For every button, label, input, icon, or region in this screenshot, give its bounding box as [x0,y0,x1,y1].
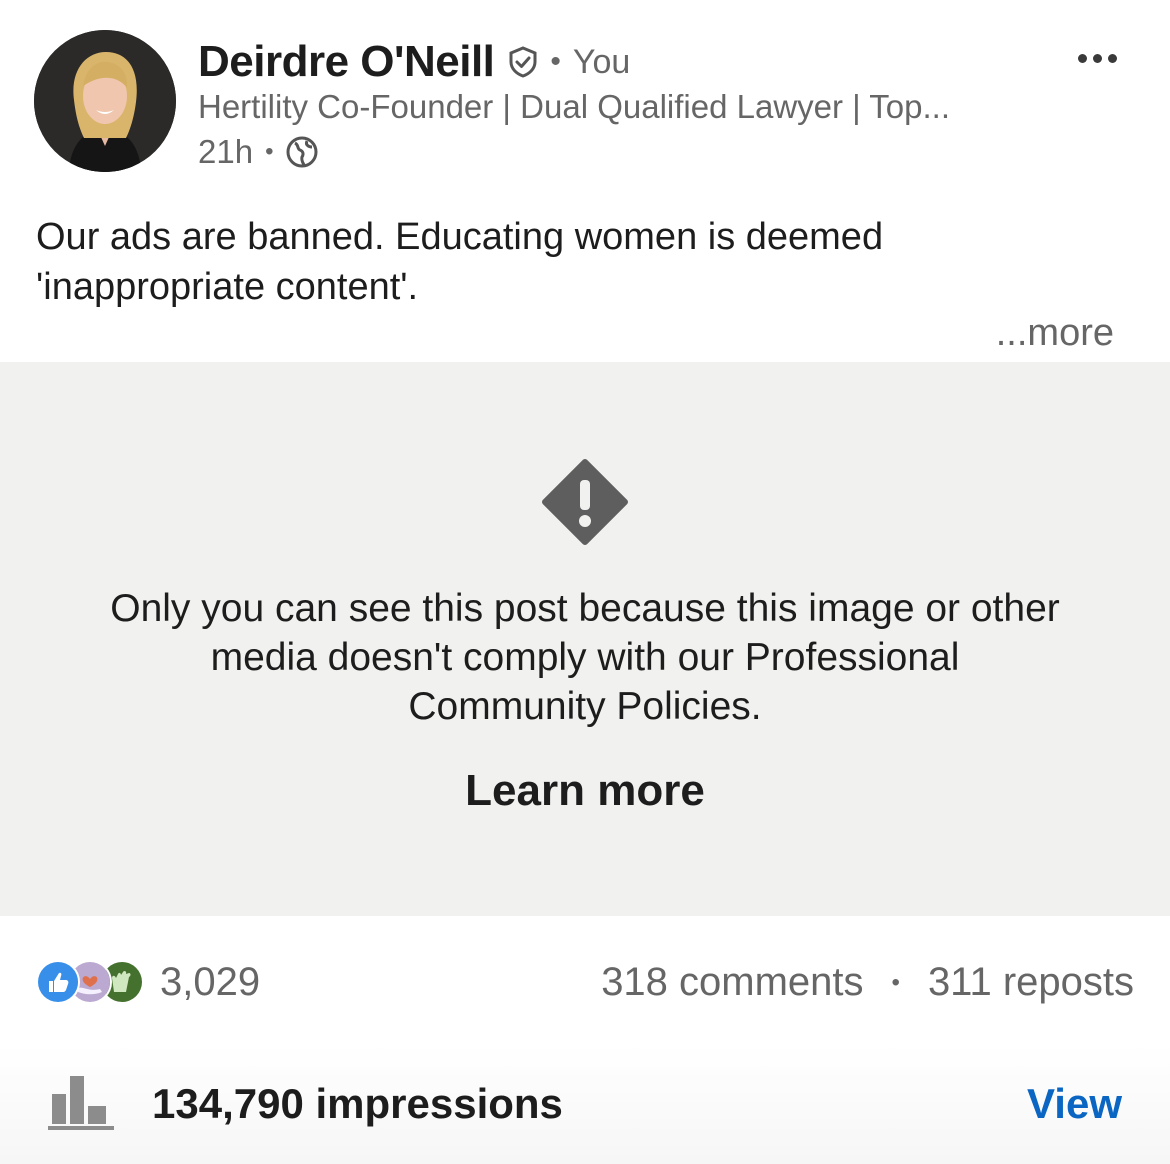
reaction-count: 3,029 [160,959,261,1004]
warning-icon [542,459,628,545]
reposts-count[interactable]: 311 reposts [928,960,1134,1005]
policy-notice-text: Only you can see this post because this … [40,584,1130,731]
author-avatar[interactable] [34,30,176,172]
author-headline: Hertility Co-Founder | Dual Qualified La… [198,88,951,125]
author-name-row: Deirdre O'Neill • You [198,34,630,90]
meta-separator: • [265,138,274,165]
notice-line: Only you can see this post because this … [110,587,1060,630]
bar-chart-icon [48,1076,114,1130]
author-name[interactable]: Deirdre O'Neill [198,37,495,87]
verified-shield-icon [506,45,540,79]
analytics-bar: 134,790 impressions View [0,1044,1170,1164]
view-analytics-link[interactable]: View [1027,1080,1122,1128]
post-body-line: 'inappropriate content'. [36,266,419,308]
notice-line: media doesn't comply with our Profession… [210,636,960,679]
engagement-stats: 318 comments • 311 reposts [601,960,1134,1005]
like-icon [36,960,80,1004]
post-meta: 21h • [198,132,319,172]
learn-more-button[interactable]: Learn more [0,766,1170,816]
name-separator: • [550,45,561,78]
relation-label: You [572,42,631,81]
social-counts: 3,029 318 comments • 311 reposts [0,940,1170,1024]
impressions-count: 134,790 impressions [152,1080,563,1127]
post-time: 21h [198,133,254,170]
globe-icon [285,135,319,169]
see-more-link[interactable]: ...more [996,312,1114,355]
more-options-icon[interactable] [1078,50,1120,66]
notice-line: Community Policies. [408,685,762,728]
comments-count[interactable]: 318 comments [601,960,863,1005]
stats-separator: • [891,968,900,996]
post-header: Deirdre O'Neill • You Hertility Co-Found… [0,0,1170,190]
post-body-line: Our ads are banned. Educating women is d… [36,216,884,258]
avatar-photo [34,30,176,172]
post-body: Our ads are banned. Educating women is d… [36,212,1136,312]
reactions-summary[interactable]: 3,029 [36,960,260,1004]
